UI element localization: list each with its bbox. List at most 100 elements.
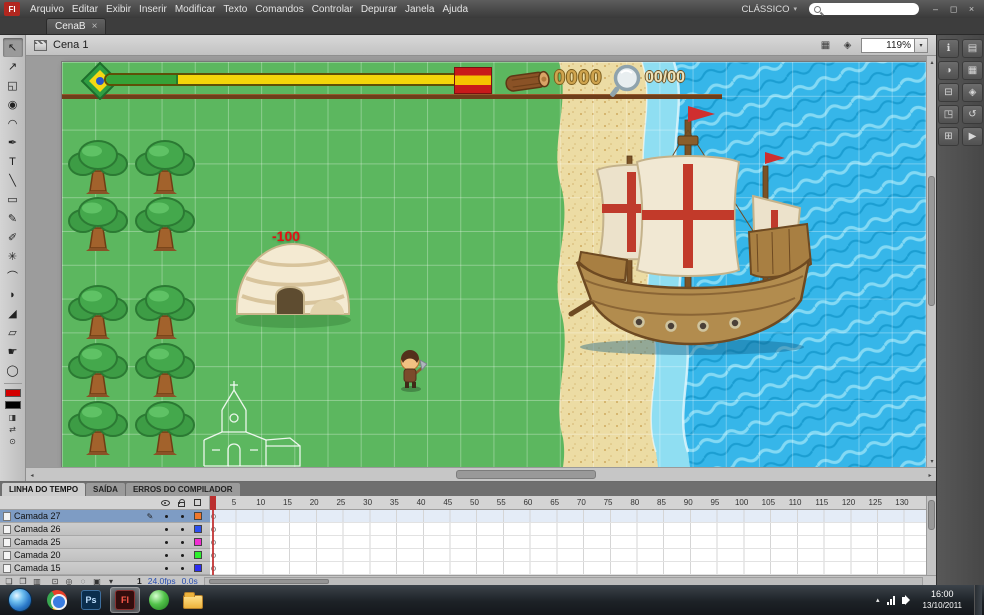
tree-sprite[interactable] xyxy=(66,194,130,252)
playhead[interactable] xyxy=(210,496,216,510)
document-tab[interactable]: CenaB × xyxy=(46,18,106,34)
visibility-toggle[interactable] xyxy=(158,528,174,531)
tree-sprite[interactable] xyxy=(133,282,197,340)
outline-color-toggle[interactable] xyxy=(190,551,206,559)
properties-panel-icon[interactable]: ℹ xyxy=(938,39,959,58)
edit-symbol-button[interactable]: ◈ xyxy=(839,38,856,52)
layer-row[interactable]: Camada 20 xyxy=(0,549,210,562)
outline-color-toggle[interactable] xyxy=(190,564,206,572)
eyedropper-tool[interactable]: ◢ xyxy=(3,304,23,323)
deco-tool[interactable]: ✳ xyxy=(3,247,23,266)
workspace-switcher[interactable]: CLÁSSICO ▾ xyxy=(737,3,801,16)
timeline-tab-sa-da[interactable]: SAÍDA xyxy=(86,483,125,496)
menu-controlar[interactable]: Controlar xyxy=(308,2,357,17)
layer-frames[interactable] xyxy=(210,523,926,536)
swatches-panel-icon[interactable]: ▦ xyxy=(962,61,983,80)
pencil-tool[interactable]: ✎ xyxy=(3,209,23,228)
pen-tool[interactable]: ✒ xyxy=(3,133,23,152)
church-outline-sprite[interactable] xyxy=(192,380,307,467)
tree-sprite[interactable] xyxy=(133,137,197,195)
scrollbar-thumb[interactable] xyxy=(928,176,935,306)
snap-to-objects-button[interactable]: ⊙ xyxy=(3,435,23,447)
menu-texto[interactable]: Texto xyxy=(219,2,251,17)
character-sprite[interactable] xyxy=(396,350,427,392)
bone-tool[interactable]: ⌒ xyxy=(3,266,23,285)
app-icon-flash[interactable]: Fl xyxy=(4,2,20,16)
outline-color-toggle[interactable] xyxy=(190,525,206,533)
brush-tool[interactable]: ✐ xyxy=(3,228,23,247)
history-panel-icon[interactable]: ↺ xyxy=(962,105,983,124)
transform-panel-icon[interactable]: ◳ xyxy=(938,105,959,124)
scrollbar-thumb[interactable] xyxy=(209,579,329,584)
align-panel-icon[interactable]: ⊟ xyxy=(938,83,959,102)
selection-tool[interactable]: ↖ xyxy=(3,38,23,57)
restore-button[interactable]: ◻ xyxy=(945,2,962,16)
rectangle-tool[interactable]: ▭ xyxy=(3,190,23,209)
taskbar-explorer[interactable] xyxy=(178,587,208,613)
scroll-left-icon[interactable]: ◂ xyxy=(26,469,38,481)
taskbar-flash[interactable]: Fl xyxy=(110,587,140,613)
layer-row[interactable]: Camada 25 xyxy=(0,536,210,549)
lock-toggle[interactable] xyxy=(174,567,190,570)
menu-editar[interactable]: Editar xyxy=(68,2,102,17)
zoom-input[interactable]: 119% xyxy=(861,38,915,53)
stage-canvas[interactable]: 0000 00/00 -100 xyxy=(62,62,926,467)
fill-color-chip[interactable] xyxy=(5,401,21,409)
black-white-colors-button[interactable]: ◨ xyxy=(3,411,23,423)
layer-row[interactable]: Camada 27✎ xyxy=(0,510,210,523)
swap-colors-button[interactable]: ⇄ xyxy=(3,423,23,435)
taskbar-clock[interactable]: 16:00 13/10/2011 xyxy=(915,589,970,610)
edit-scene-button[interactable]: ▦ xyxy=(817,38,834,52)
eraser-tool[interactable]: ▱ xyxy=(3,323,23,342)
menu-inserir[interactable]: Inserir xyxy=(135,2,171,17)
tree-sprite[interactable] xyxy=(133,194,197,252)
outline-color-toggle[interactable] xyxy=(190,538,206,546)
chevron-down-icon[interactable]: ▾ xyxy=(915,38,928,53)
timeline-tab-erros-do-compilador[interactable]: ERROS DO COMPILADOR xyxy=(126,483,240,496)
color-panel-icon[interactable]: ◑ xyxy=(938,61,959,80)
layer-frames[interactable] xyxy=(210,536,926,549)
line-tool[interactable]: ╲ xyxy=(3,171,23,190)
library-panel-icon[interactable]: ▤ xyxy=(962,39,983,58)
tree-sprite[interactable] xyxy=(66,282,130,340)
minimize-button[interactable]: – xyxy=(927,2,944,16)
start-button[interactable] xyxy=(8,588,32,612)
tree-sprite[interactable] xyxy=(66,137,130,195)
layer-row[interactable]: Camada 26 xyxy=(0,523,210,536)
paint-bucket-tool[interactable]: ◗ xyxy=(3,285,23,304)
visibility-toggle[interactable] xyxy=(158,554,174,557)
zoom-tool[interactable]: ◯ xyxy=(3,361,23,380)
show-hide-column-icon[interactable] xyxy=(161,500,170,506)
menu-exibir[interactable]: Exibir xyxy=(102,2,135,17)
frames-grid[interactable] xyxy=(210,510,926,575)
info-panel-icon[interactable]: ◈ xyxy=(962,83,983,102)
scene-breadcrumb[interactable]: Cena 1 xyxy=(53,39,88,51)
tree-sprite[interactable] xyxy=(66,340,130,398)
motion-presets-panel-icon[interactable]: ▶ xyxy=(962,127,983,146)
layer-row[interactable]: Camada 15 xyxy=(0,562,210,575)
scrollbar-thumb[interactable] xyxy=(928,500,935,530)
menu-comandos[interactable]: Comandos xyxy=(251,2,307,17)
text-tool[interactable]: T xyxy=(3,152,23,171)
tree-sprite[interactable] xyxy=(133,398,197,456)
visibility-toggle[interactable] xyxy=(158,541,174,544)
outline-column-icon[interactable] xyxy=(194,499,201,506)
close-button[interactable]: × xyxy=(963,2,980,16)
layer-frames[interactable] xyxy=(210,510,926,523)
visibility-toggle[interactable] xyxy=(158,515,174,518)
components-panel-icon[interactable]: ⊞ xyxy=(938,127,959,146)
layer-frames[interactable] xyxy=(210,562,926,575)
caravel-ship-sprite[interactable] xyxy=(567,104,817,359)
network-icon[interactable] xyxy=(887,596,895,605)
taskbar-photoshop[interactable]: Ps xyxy=(76,587,106,613)
show-desktop-button[interactable] xyxy=(974,585,982,615)
lock-toggle[interactable] xyxy=(174,515,190,518)
menu-arquivo[interactable]: Arquivo xyxy=(26,2,68,17)
lock-toggle[interactable] xyxy=(174,541,190,544)
free-transform-tool[interactable]: ◱ xyxy=(3,76,23,95)
stage-vertical-scrollbar[interactable]: ▴ ▾ xyxy=(926,56,936,467)
stage-horizontal-scrollbar[interactable]: ◂ ▸ xyxy=(26,467,936,481)
outline-color-toggle[interactable] xyxy=(190,512,206,520)
stroke-color-chip[interactable] xyxy=(5,389,21,397)
lock-toggle[interactable] xyxy=(174,528,190,531)
